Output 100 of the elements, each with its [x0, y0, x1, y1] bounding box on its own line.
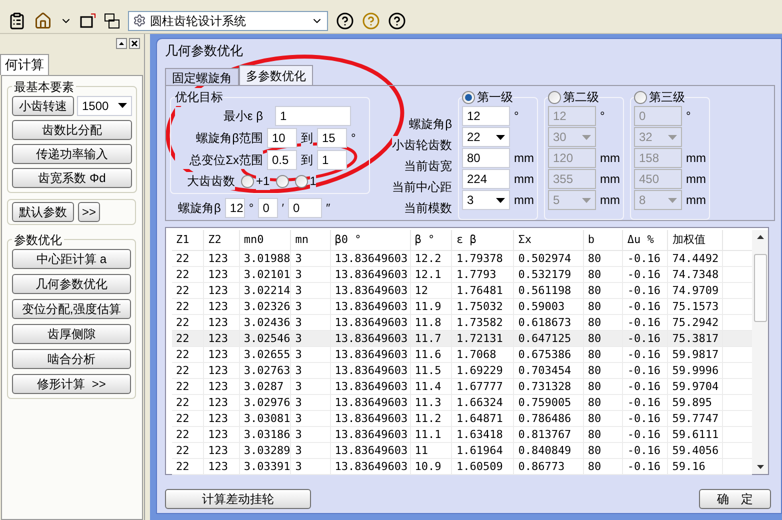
input-field[interactable]: 224 — [462, 169, 510, 189]
table-cell: 123 — [204, 362, 240, 378]
scroll-thumb[interactable] — [754, 254, 767, 322]
table-cell: 3.03186 — [239, 426, 291, 442]
panel-tab[interactable]: 何计算 — [0, 54, 49, 74]
up-arrow-icon[interactable] — [756, 235, 764, 239]
label: 总变位Σx范围 — [175, 151, 263, 169]
dropdown[interactable]: 3 — [462, 190, 510, 210]
table-row[interactable]: 22 123 3.0287 3 13.83649603 11.4 1.67777 0.731328 80 -0.16 59.9704 — [172, 378, 752, 394]
table-cell: 3 — [290, 362, 330, 378]
table-cell: 123 — [204, 298, 240, 314]
help-icon[interactable] — [388, 12, 406, 30]
button[interactable]: 传递功率输入 — [12, 144, 132, 164]
table-cell: 11.8 — [410, 314, 452, 330]
radio-button[interactable] — [548, 90, 561, 104]
input-field[interactable]: 10 — [267, 128, 297, 148]
table-cell: 80 — [583, 314, 623, 330]
table-row[interactable]: 22 123 3.02546 3 13.83649603 11.7 1.72131 0.647125 80 -0.16 75.3817 — [172, 330, 752, 346]
input-field[interactable]: 80 — [462, 148, 510, 168]
table-cell: 13.83649603 — [330, 330, 410, 346]
table-row[interactable]: 22 123 3.02214 3 13.83649603 12 1.76481 0.561198 80 -0.16 74.9709 — [172, 282, 752, 298]
close-icon[interactable] — [129, 38, 140, 49]
table-cell: 1.63418 — [452, 426, 514, 442]
button[interactable]: 变位分配,强度估算 — [12, 298, 131, 318]
column-header[interactable]: β ° — [410, 230, 452, 250]
input-field[interactable]: 15 — [317, 128, 347, 148]
button[interactable]: 啮合分析 — [12, 348, 131, 368]
button[interactable]: 齿厚侧隙 — [12, 324, 131, 344]
table-cell: 74.9709 — [668, 282, 723, 298]
column-header[interactable]: mn0 — [239, 230, 291, 250]
table-row[interactable]: 22 123 3.02763 3 13.83649603 11.5 1.69229 0.703454 80 -0.16 59.9996 — [172, 362, 752, 378]
input-field[interactable]: 0.5 — [267, 150, 297, 170]
column-header[interactable]: Δu % — [622, 230, 668, 250]
column-header[interactable]: b — [583, 230, 623, 250]
table-cell: 3.03081 — [239, 410, 291, 426]
radio-button[interactable] — [294, 174, 308, 188]
clipboard-icon[interactable] — [8, 12, 26, 30]
defaults-button[interactable]: 默认参数 — [12, 202, 74, 222]
down-arrow-icon[interactable] — [756, 465, 764, 469]
window-icon[interactable] — [80, 12, 96, 28]
input-field[interactable]: 0 — [258, 198, 278, 218]
button[interactable]: 中心距计算 a — [12, 248, 131, 268]
table-cell: 22 — [172, 394, 204, 410]
column-header[interactable]: Z1 — [172, 230, 204, 250]
dropdown[interactable]: 22 — [462, 127, 510, 147]
column-header[interactable]: Σx — [514, 230, 584, 250]
table-cell: 0.840849 — [514, 442, 584, 458]
caret-icon — [582, 134, 591, 140]
table-cell: 13.83649603 — [330, 266, 410, 282]
table-row[interactable]: 22 123 3.03081 3 13.83649603 11.2 1.64871 0.786486 80 -0.16 59.7747 — [172, 410, 752, 426]
table-cell: 22 — [172, 346, 204, 362]
dialog-title: 几何参数优化 — [165, 42, 244, 60]
table-row[interactable]: 22 123 3.03186 3 13.83649603 11.1 1.63418 0.813767 80 -0.16 59.6111 — [172, 426, 752, 442]
system-select[interactable]: 圆柱齿轮设计系统 — [128, 10, 328, 30]
column-header[interactable]: Z2 — [204, 230, 240, 250]
table-row[interactable]: 22 123 3.01988 3 13.83649603 12.2 1.79378 0.502974 80 -0.16 74.4492 — [172, 250, 752, 266]
table-cell: 3 — [290, 266, 330, 282]
column-header[interactable]: ε β — [452, 230, 514, 250]
table-row[interactable]: 22 123 3.02326 3 13.83649603 11.9 1.75032 0.59003 80 -0.16 75.1573 — [172, 298, 752, 314]
table-row[interactable]: 22 123 3.02436 3 13.83649603 11.8 1.73582 0.618673 80 -0.16 75.2942 — [172, 314, 752, 330]
input-field[interactable]: 1 — [275, 106, 351, 126]
table-row[interactable]: 22 123 3.02655 3 13.83649603 11.6 1.7068 0.675386 80 -0.16 59.9817 — [172, 346, 752, 362]
differential-gear-button[interactable]: 计算差动挂轮 — [165, 489, 311, 509]
help-icon[interactable] — [336, 12, 354, 30]
input-field[interactable]: 1 — [317, 150, 347, 170]
ok-button[interactable]: 确 定 — [699, 489, 771, 509]
speed-button[interactable]: 小齿转速 — [12, 96, 74, 116]
radio-button[interactable] — [276, 174, 289, 188]
column-header[interactable]: β0 ° — [330, 230, 410, 250]
input-field[interactable]: 0 — [288, 198, 322, 218]
dropdown[interactable]: 1500 — [77, 96, 132, 116]
button[interactable]: 齿数比分配 — [12, 120, 132, 140]
table-cell: 13.83649603 — [330, 362, 410, 378]
table-cell: 22 — [172, 458, 204, 474]
radio-button[interactable] — [462, 90, 475, 104]
home-icon[interactable] — [34, 12, 52, 30]
table-row[interactable]: 22 123 3.03391 3 13.83649603 10.9 1.60509 0.86773 80 -0.16 59.16 — [172, 458, 752, 474]
input-field[interactable]: 12 — [462, 106, 510, 126]
scrollbar[interactable] — [752, 230, 768, 474]
input-field[interactable]: 12 — [224, 198, 245, 218]
radio-button[interactable] — [634, 90, 647, 104]
column-header[interactable]: 加权值 — [668, 230, 723, 250]
table-cell: 59.9996 — [668, 362, 723, 378]
table-row[interactable]: 22 123 3.02101 3 13.83649603 12.1 1.7793 0.532179 80 -0.16 74.7348 — [172, 266, 752, 282]
label: 当前模数 — [404, 199, 452, 217]
table-cell: 1.72131 — [452, 330, 514, 346]
table-cell: -0.16 — [622, 298, 668, 314]
radio-button[interactable] — [241, 174, 254, 188]
table-row[interactable]: 22 123 3.03289 3 13.83649603 11 1.61964 0.840849 80 -0.16 59.4056 — [172, 442, 752, 458]
table-cell: 0.703454 — [514, 362, 584, 378]
more-button[interactable]: >> — [78, 202, 100, 222]
table-row[interactable]: 22 123 3.02976 3 13.83649603 11.3 1.66324 0.759005 80 -0.16 59.895 — [172, 394, 752, 410]
tab[interactable]: 固定螺旋角 — [165, 68, 239, 85]
button[interactable]: 几何参数优化 — [12, 274, 131, 294]
button[interactable]: 修形计算 >> — [12, 374, 131, 394]
tab[interactable]: 多参数优化 — [239, 65, 313, 85]
windows-icon[interactable] — [104, 12, 120, 28]
column-header[interactable]: mn — [290, 230, 330, 250]
table-cell: 11.3 — [410, 394, 452, 410]
button[interactable]: 齿宽系数 Φd — [12, 168, 132, 188]
